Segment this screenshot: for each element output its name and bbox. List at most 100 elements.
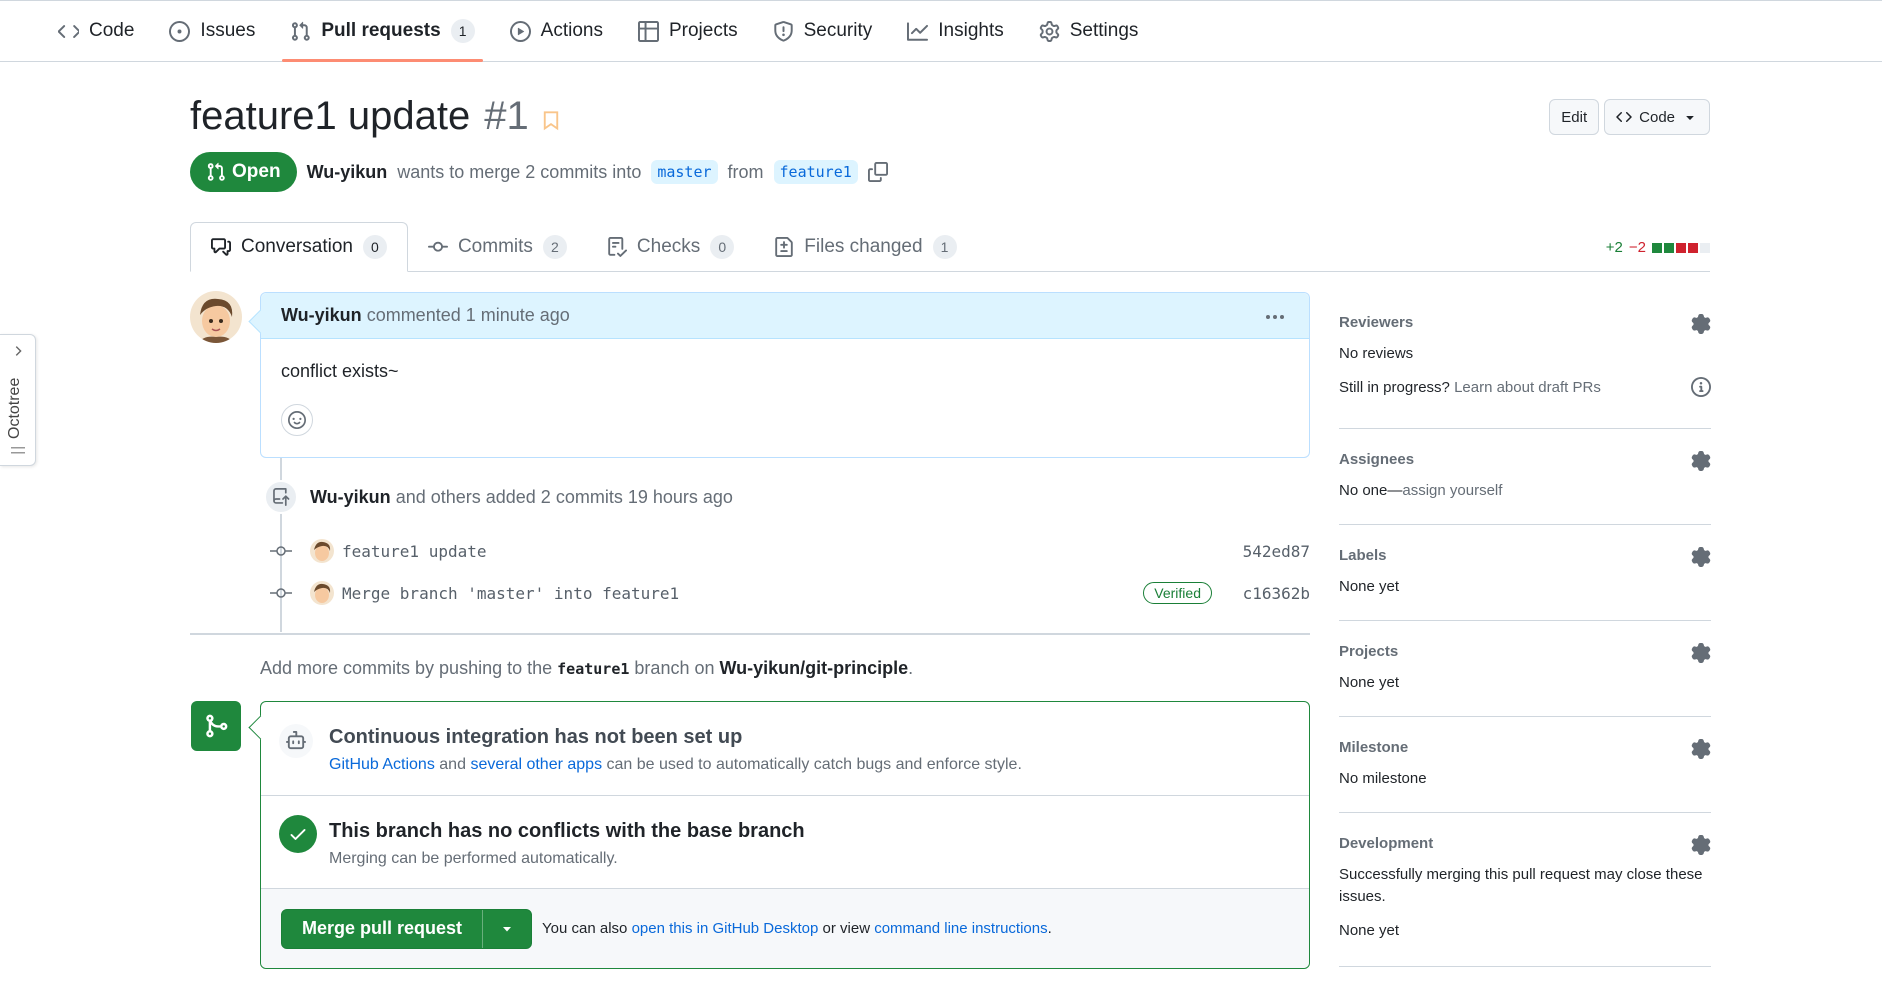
nav-insights[interactable]: Insights [897, 1, 1013, 61]
gear-icon[interactable] [1691, 314, 1711, 334]
octotree-label: Octotree [6, 377, 23, 439]
repo-link[interactable]: Wu-yikun/git-principle [720, 658, 909, 678]
graph-icon [907, 21, 929, 41]
development-title[interactable]: Development [1339, 835, 1711, 852]
nav-projects[interactable]: Projects [628, 1, 748, 61]
commit-icon [427, 241, 448, 252]
assign-yourself-link[interactable]: assign yourself [1402, 482, 1502, 499]
diff-block [1664, 242, 1674, 253]
gear-icon[interactable] [1691, 643, 1711, 663]
nav-issues[interactable]: Issues [159, 1, 265, 61]
tab-files-changed[interactable]: Files changed 1 [754, 222, 976, 272]
triangle-down-icon [1686, 116, 1694, 120]
list-item: Merge branch 'master' into feature1 Veri… [270, 578, 1310, 608]
commits-added-event: Wu-yikun and others added 2 commits 19 h… [310, 487, 733, 508]
avatar[interactable] [190, 291, 242, 343]
shield-icon [773, 20, 793, 42]
comment-author[interactable]: Wu-yikun [281, 305, 362, 326]
diff-block [1700, 242, 1710, 253]
ci-icon-wrap [279, 724, 313, 758]
commit-sha-link[interactable]: 542ed87 [1243, 542, 1310, 561]
comment-meta: commented 1 minute ago [366, 305, 570, 325]
tab-checks[interactable]: Checks 0 [587, 222, 754, 272]
assignees-value: No one—assign yourself [1339, 480, 1711, 502]
code-dropdown-button[interactable]: Code [1604, 99, 1710, 135]
tab-conversation[interactable]: Conversation 0 [190, 222, 408, 272]
info-icon[interactable] [1691, 377, 1711, 397]
nav-settings[interactable]: Settings [1029, 1, 1149, 61]
merge-button-label[interactable]: Merge pull request [282, 909, 484, 948]
copy-icon[interactable] [867, 162, 888, 182]
nav-code-label: Code [89, 20, 135, 41]
gear-icon[interactable] [1691, 835, 1711, 855]
commit-sha-link[interactable]: c16362b [1243, 584, 1310, 603]
sidebar-milestone: Milestone No milestone [1339, 717, 1711, 813]
kebab-horizontal-icon[interactable] [1263, 305, 1287, 329]
diff-block [1676, 242, 1686, 253]
from-text: from [727, 161, 764, 182]
edit-button[interactable]: Edit [1549, 99, 1600, 135]
commit-message-link[interactable]: feature1 update [342, 542, 487, 561]
edit-button-label: Edit [1561, 108, 1588, 126]
ci-subtitle: GitHub Actions and several other apps ca… [329, 756, 1022, 774]
cli-instructions-link[interactable]: command line instructions [874, 920, 1047, 937]
commit-avatar[interactable] [310, 581, 334, 605]
code-button-label: Code [1639, 108, 1675, 126]
ci-rest-text: can be used to automatically catch bugs … [606, 756, 1022, 773]
code-icon [1616, 111, 1632, 123]
octotree-toggle[interactable]: Octotree [0, 334, 36, 466]
add-reaction-button[interactable] [281, 404, 313, 436]
pull-request-icon [292, 21, 311, 41]
pull-requests-count: 1 [450, 19, 475, 43]
repo-push-event-icon [264, 480, 298, 514]
sidebar-development: Development Successfully merging this pu… [1339, 813, 1711, 967]
check-circle [279, 815, 317, 853]
other-apps-link[interactable]: several other apps [470, 756, 602, 773]
gear-icon [1039, 20, 1059, 42]
commit-icon [270, 546, 292, 556]
repo-push-icon [273, 488, 290, 506]
merge-pull-request-button[interactable]: Merge pull request [281, 908, 533, 949]
nav-code[interactable]: Code [48, 1, 144, 61]
bookmark-icon[interactable] [543, 110, 559, 131]
merge-text: wants to merge 2 commits into [397, 161, 642, 182]
verified-badge[interactable]: Verified [1143, 582, 1212, 604]
nav-actions[interactable]: Actions [500, 1, 613, 61]
state-badge-open: Open [190, 152, 297, 192]
projects-title[interactable]: Projects [1339, 643, 1711, 660]
draft-prs-link[interactable]: Learn about draft PRs [1454, 379, 1601, 396]
add-commits-prefix: Add more commits by pushing to the [260, 658, 553, 678]
ci-section: Continuous integration has not been set … [261, 702, 1309, 796]
checklist-icon [608, 237, 627, 257]
event-author[interactable]: Wu-yikun [310, 487, 391, 507]
gear-icon[interactable] [1691, 451, 1711, 471]
base-branch-tag[interactable]: master [651, 160, 718, 184]
projects-value: None yet [1339, 674, 1400, 691]
merge-status-icon [191, 701, 241, 751]
gear-icon[interactable] [1691, 739, 1711, 759]
milestone-title[interactable]: Milestone [1339, 739, 1711, 756]
labels-title[interactable]: Labels [1339, 547, 1711, 564]
comment-header: Wu-yikun commented 1 minute ago [261, 293, 1309, 339]
comment-text: conflict exists~ [281, 361, 399, 381]
nav-pull-requests[interactable]: Pull requests 1 [280, 1, 484, 62]
head-branch-tag[interactable]: feature1 [773, 160, 858, 184]
gear-icon[interactable] [1691, 547, 1711, 567]
github-actions-link[interactable]: GitHub Actions [329, 756, 435, 773]
diff-additions: +2 [1605, 239, 1623, 256]
list-item: feature1 update 542ed87 [270, 536, 1310, 566]
assignees-title[interactable]: Assignees [1339, 451, 1711, 468]
github-desktop-link[interactable]: open this in GitHub Desktop [632, 920, 819, 937]
conflicts-section: This branch has no conflicts with the ba… [261, 796, 1309, 889]
table-icon [637, 20, 659, 42]
commit-avatar[interactable] [310, 539, 334, 563]
commit-message-link[interactable]: Merge branch 'master' into feature1 [342, 584, 679, 603]
nav-pull-requests-label: Pull requests [321, 20, 441, 41]
reviewers-title[interactable]: Reviewers [1339, 314, 1711, 331]
tab-commits[interactable]: Commits 2 [408, 222, 587, 272]
ci-and-text: and [439, 756, 466, 773]
ci-title: Continuous integration has not been set … [329, 726, 743, 748]
merge-method-dropdown[interactable] [483, 910, 531, 948]
nav-security[interactable]: Security [763, 1, 883, 61]
pr-author-link[interactable]: Wu-yikun [307, 162, 388, 183]
